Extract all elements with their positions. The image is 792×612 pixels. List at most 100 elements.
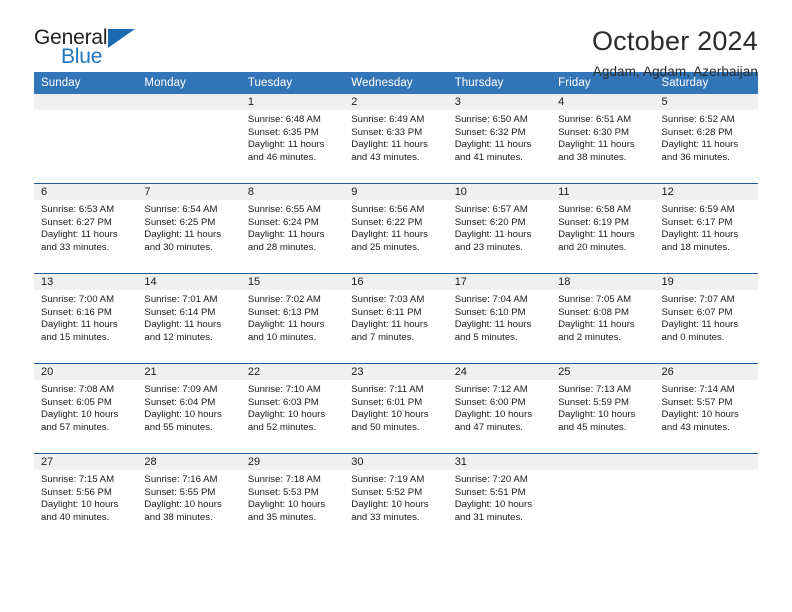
- calendar-day-cell[interactable]: 30 Sunrise: 7:19 AM Sunset: 5:52 PM Dayligh…: [344, 453, 448, 543]
- calendar-day-cell[interactable]: 7 Sunrise: 6:54 AM Sunset: 6:25 PM Daylight…: [137, 183, 241, 274]
- calendar-day-cell[interactable]: 21 Sunrise: 7:09 AM Sunset: 6:04 PM Dayligh…: [137, 363, 241, 454]
- sunset-text: Sunset: 6:33 PM: [351, 126, 423, 138]
- daylight-text: Daylight: 11 hours and 7 minutes.: [351, 319, 428, 343]
- sunset-text: Sunset: 6:16 PM: [41, 306, 112, 318]
- sunrise-text: Sunrise: 7:08 AM: [41, 384, 115, 395]
- calendar-day-cell[interactable]: 18 Sunrise: 7:05 AM Sunset: 6:08 PM Dayligh…: [551, 273, 655, 364]
- sunrise-text: Sunrise: 7:12 AM: [454, 384, 528, 395]
- sunrise-text: Sunrise: 6:58 AM: [558, 204, 632, 215]
- sunset-text: Sunset: 6:32 PM: [454, 126, 526, 138]
- sunset-text: Sunset: 5:56 PM: [41, 486, 112, 498]
- calendar-day-cell[interactable]: 9 Sunrise: 6:56 AM Sunset: 6:22 PM Daylight…: [344, 183, 448, 274]
- calendar-day-cell[interactable]: 19 Sunrise: 7:07 AM Sunset: 6:07 PM Dayligh…: [654, 273, 758, 364]
- day-details: Sunrise: 7:08 AM Sunset: 6:05 PM Daylight:…: [34, 380, 137, 434]
- day-number: 26: [654, 364, 758, 380]
- day-number: 23: [344, 364, 448, 380]
- sunset-text: Sunset: 6:04 PM: [144, 396, 216, 408]
- calendar-day-cell[interactable]: 11 Sunrise: 6:58 AM Sunset: 6:19 PM Dayligh…: [551, 183, 655, 274]
- calendar-day-cell[interactable]: 31 Sunrise: 7:20 AM Sunset: 5:51 PM Dayligh…: [447, 453, 552, 543]
- sunset-text: Sunset: 6:08 PM: [558, 306, 630, 318]
- daylight-text: Daylight: 10 hours and 45 minutes.: [558, 409, 636, 433]
- calendar-day-cell[interactable]: 20 Sunrise: 7:08 AM Sunset: 6:05 PM Dayligh…: [34, 363, 138, 454]
- weekday-header-monday: Monday: [137, 72, 241, 94]
- calendar-day-cell[interactable]: 5 Sunrise: 6:52 AM Sunset: 6:28 PM Daylight…: [654, 94, 758, 184]
- calendar-day-cell[interactable]: 27 Sunrise: 7:15 AM Sunset: 5:56 PM Dayligh…: [34, 453, 138, 543]
- daylight-text: Daylight: 10 hours and 47 minutes.: [454, 409, 533, 433]
- calendar-day-cell[interactable]: 15 Sunrise: 7:02 AM Sunset: 6:13 PM Dayligh…: [240, 273, 345, 364]
- day-number: 12: [654, 184, 758, 200]
- sunset-text: Sunset: 5:57 PM: [661, 396, 733, 408]
- day-number: 10: [447, 184, 552, 200]
- day-number: 5: [654, 94, 758, 110]
- sunset-text: Sunset: 6:17 PM: [661, 216, 733, 228]
- day-details: Sunrise: 6:53 AM Sunset: 6:27 PM Daylight:…: [34, 200, 137, 254]
- calendar-day-cell[interactable]: 12 Sunrise: 6:59 AM Sunset: 6:17 PM Dayligh…: [654, 183, 758, 274]
- calendar-day-cell[interactable]: 25 Sunrise: 7:13 AM Sunset: 5:59 PM Dayligh…: [551, 363, 655, 454]
- sunset-text: Sunset: 6:10 PM: [454, 306, 526, 318]
- calendar-week-row: 6 Sunrise: 6:53 AM Sunset: 6:27 PM Daylight…: [34, 183, 758, 274]
- calendar-day-cell[interactable]: 28 Sunrise: 7:16 AM Sunset: 5:55 PM Dayligh…: [137, 453, 241, 543]
- generalblue-logo[interactable]: General Blue: [34, 26, 154, 72]
- day-details: Sunrise: 7:00 AM Sunset: 6:16 PM Daylight:…: [34, 290, 137, 344]
- calendar-day-cell[interactable]: 17 Sunrise: 7:04 AM Sunset: 6:10 PM Dayligh…: [447, 273, 552, 364]
- sunrise-text: Sunrise: 7:19 AM: [351, 474, 425, 485]
- day-number: 22: [240, 364, 345, 380]
- sunset-text: Sunset: 6:14 PM: [144, 306, 216, 318]
- sunrise-text: Sunrise: 6:51 AM: [558, 114, 632, 125]
- daylight-text: Daylight: 11 hours and 41 minutes.: [454, 139, 532, 163]
- calendar-day-cell[interactable]: 26 Sunrise: 7:14 AM Sunset: 5:57 PM Dayligh…: [654, 363, 758, 454]
- calendar-day-cell[interactable]: 13 Sunrise: 7:00 AM Sunset: 6:16 PM Dayligh…: [34, 273, 138, 364]
- day-details: Sunrise: 7:09 AM Sunset: 6:04 PM Daylight:…: [137, 380, 240, 434]
- calendar-day-cell[interactable]: 2 Sunrise: 6:49 AM Sunset: 6:33 PM Daylight…: [344, 94, 448, 184]
- day-details: Sunrise: 7:14 AM Sunset: 5:57 PM Daylight:…: [655, 380, 758, 434]
- daylight-text: Daylight: 10 hours and 40 minutes.: [41, 499, 119, 523]
- sunrise-sunset-calendar: Sunday Monday Tuesday Wednesday Thursday…: [34, 72, 758, 543]
- sunset-text: Sunset: 6:00 PM: [454, 396, 526, 408]
- daylight-text: Daylight: 11 hours and 10 minutes.: [247, 319, 325, 343]
- calendar-day-cell[interactable]: 1 Sunrise: 6:48 AM Sunset: 6:35 PM Daylight…: [240, 94, 345, 184]
- weekday-header-thursday: Thursday: [447, 72, 552, 94]
- sunrise-text: Sunrise: 7:05 AM: [558, 294, 632, 305]
- calendar-week-row: 13 Sunrise: 7:00 AM Sunset: 6:16 PM Dayligh…: [34, 273, 758, 364]
- sunrise-text: Sunrise: 6:52 AM: [661, 114, 735, 125]
- calendar-day-cell[interactable]: 22 Sunrise: 7:10 AM Sunset: 6:03 PM Dayligh…: [240, 363, 345, 454]
- sunrise-text: Sunrise: 7:07 AM: [661, 294, 735, 305]
- calendar-day-cell[interactable]: 10 Sunrise: 6:57 AM Sunset: 6:20 PM Dayligh…: [447, 183, 552, 274]
- weekday-header-wednesday: Wednesday: [344, 72, 448, 94]
- day-details: Sunrise: 6:48 AM Sunset: 6:35 PM Daylight:…: [241, 110, 344, 164]
- day-details: Sunrise: 6:54 AM Sunset: 6:25 PM Daylight:…: [137, 200, 240, 254]
- sunset-text: Sunset: 6:05 PM: [41, 396, 112, 408]
- daylight-text: Daylight: 11 hours and 46 minutes.: [247, 139, 325, 163]
- day-number: 29: [240, 454, 345, 470]
- logo-text-blue: Blue: [61, 45, 103, 68]
- weekday-header-sunday: Sunday: [34, 72, 138, 94]
- logo-triangle-icon: [108, 29, 135, 48]
- sunset-text: Sunset: 6:28 PM: [661, 126, 733, 138]
- day-details: Sunrise: 7:13 AM Sunset: 5:59 PM Daylight:…: [551, 380, 654, 434]
- daylight-text: Daylight: 11 hours and 43 minutes.: [351, 139, 428, 163]
- calendar-day-cell[interactable]: 24 Sunrise: 7:12 AM Sunset: 6:00 PM Dayligh…: [447, 363, 552, 454]
- calendar-day-cell[interactable]: 3 Sunrise: 6:50 AM Sunset: 6:32 PM Daylight…: [447, 94, 552, 184]
- calendar-day-cell-empty: [551, 453, 655, 543]
- calendar-day-cell[interactable]: 6 Sunrise: 6:53 AM Sunset: 6:27 PM Daylight…: [34, 183, 138, 274]
- day-number: 19: [654, 274, 758, 290]
- day-details: Sunrise: 6:49 AM Sunset: 6:33 PM Daylight:…: [344, 110, 447, 164]
- calendar-day-cell[interactable]: 4 Sunrise: 6:51 AM Sunset: 6:30 PM Daylight…: [551, 94, 655, 184]
- day-number: 1: [240, 94, 345, 110]
- calendar-day-cell[interactable]: 29 Sunrise: 7:18 AM Sunset: 5:53 PM Dayligh…: [240, 453, 345, 543]
- day-details: Sunrise: 6:51 AM Sunset: 6:30 PM Daylight:…: [551, 110, 654, 164]
- calendar-day-cell[interactable]: 23 Sunrise: 7:11 AM Sunset: 6:01 PM Dayligh…: [344, 363, 448, 454]
- calendar-day-cell[interactable]: 14 Sunrise: 7:01 AM Sunset: 6:14 PM Dayligh…: [137, 273, 241, 364]
- sunrise-text: Sunrise: 6:49 AM: [351, 114, 425, 125]
- calendar-day-cell[interactable]: 16 Sunrise: 7:03 AM Sunset: 6:11 PM Dayligh…: [344, 273, 448, 364]
- daylight-text: Daylight: 10 hours and 52 minutes.: [247, 409, 326, 433]
- day-number: 4: [551, 94, 655, 110]
- sunrise-text: Sunrise: 6:56 AM: [351, 204, 425, 215]
- day-number: 31: [447, 454, 552, 470]
- sunrise-text: Sunrise: 6:55 AM: [247, 204, 321, 215]
- sunrise-text: Sunrise: 6:48 AM: [247, 114, 321, 125]
- calendar-day-cell[interactable]: 8 Sunrise: 6:55 AM Sunset: 6:24 PM Daylight…: [240, 183, 345, 274]
- sunset-text: Sunset: 5:52 PM: [351, 486, 423, 498]
- day-number: 13: [34, 274, 138, 290]
- day-number: 30: [344, 454, 448, 470]
